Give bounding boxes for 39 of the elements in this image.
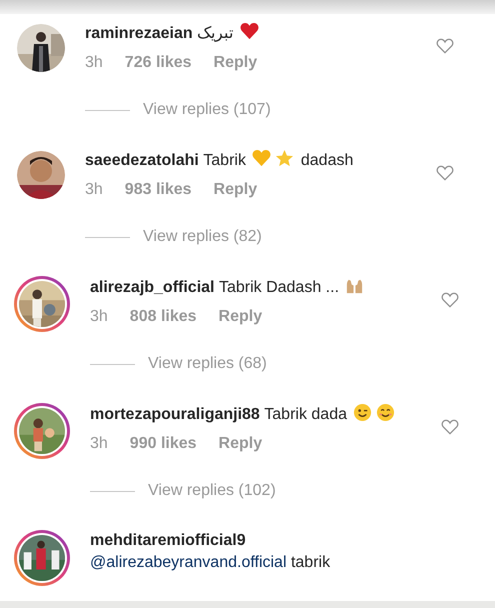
reply-link[interactable]: Reply xyxy=(214,52,258,74)
heart-icon xyxy=(240,22,259,41)
username[interactable]: mehditaremiofficial9 xyxy=(90,532,246,549)
like-heart-icon[interactable] xyxy=(436,165,454,181)
comment-time: 3h xyxy=(85,53,103,73)
reply-link[interactable]: Reply xyxy=(218,306,262,328)
comment-time: 3h xyxy=(90,307,108,327)
heart-icon xyxy=(252,149,272,168)
comment-text: Tabrik Dadash ... xyxy=(218,279,340,296)
like-heart-icon[interactable] xyxy=(441,419,459,435)
username[interactable]: raminrezaeian xyxy=(85,25,193,42)
reply-link[interactable]: Reply xyxy=(218,433,262,455)
reply-link[interactable]: Reply xyxy=(214,179,258,201)
comment-time: 3h xyxy=(90,434,108,454)
view-replies-link[interactable]: View replies (68) xyxy=(148,355,267,373)
star-icon xyxy=(275,149,294,168)
like-heart-icon[interactable] xyxy=(436,38,454,54)
like-heart-icon[interactable] xyxy=(441,292,459,308)
likes-count[interactable]: 983 likes xyxy=(124,179,192,201)
username[interactable]: saeedezatolahi xyxy=(85,152,199,169)
comment-text: Tabrik dada xyxy=(264,406,347,423)
comment-time: 3h xyxy=(85,180,103,200)
comment-text: Tabrik xyxy=(203,152,246,169)
comment-text: تبریک xyxy=(197,25,234,42)
view-replies-link[interactable]: View replies (82) xyxy=(143,228,262,246)
view-replies-link[interactable]: View replies (102) xyxy=(148,482,276,500)
comment-text: dadash xyxy=(300,152,354,169)
wink-icon xyxy=(353,403,372,422)
avatar[interactable] xyxy=(17,151,65,199)
avatar[interactable] xyxy=(17,24,65,72)
likes-count[interactable]: 726 likes xyxy=(124,52,192,74)
mention-link[interactable]: @alirezabeyranvand.official xyxy=(90,554,286,571)
username[interactable]: alirezajb_official xyxy=(90,279,214,296)
likes-count[interactable]: 808 likes xyxy=(130,306,197,328)
view-replies-link[interactable]: View replies (107) xyxy=(143,101,271,119)
comment-text: tabrik xyxy=(290,554,330,571)
smile-icon xyxy=(376,403,396,422)
likes-count[interactable]: 990 likes xyxy=(130,433,197,455)
username[interactable]: mortezapouraliganji88 xyxy=(90,406,260,423)
